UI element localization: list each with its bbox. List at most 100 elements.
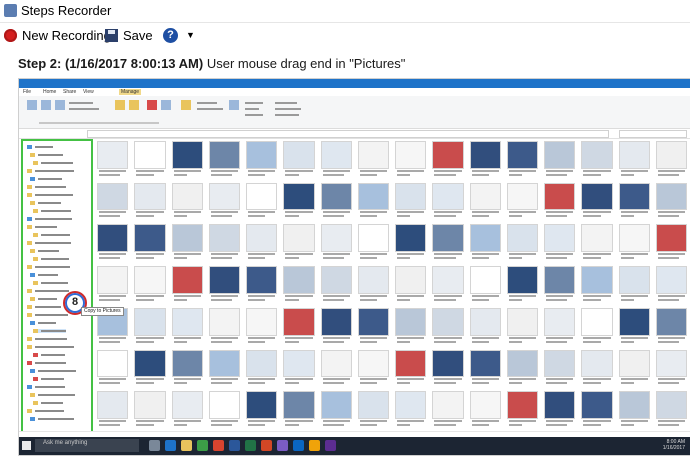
file-thumbnail[interactable] [469,266,501,304]
file-thumbnail[interactable] [655,141,687,179]
nav-tree-item[interactable] [30,297,57,301]
nav-tree-item[interactable] [33,377,64,381]
file-thumbnail[interactable] [283,266,315,304]
file-thumbnail[interactable] [97,266,129,304]
file-thumbnail[interactable] [357,224,389,262]
nav-tree-item[interactable] [27,313,68,317]
nav-tree-item[interactable] [27,305,61,309]
nav-tree-item[interactable] [33,161,73,165]
file-thumbnail[interactable] [320,141,352,179]
save-button[interactable]: Save [105,26,153,44]
file-thumbnail[interactable] [357,182,389,221]
file-thumbnail[interactable] [134,266,166,304]
file-thumbnail[interactable] [618,266,650,304]
nav-tree-item[interactable] [30,249,59,253]
file-thumbnail[interactable] [581,224,613,262]
nav-tree-item[interactable] [33,329,66,333]
nav-tree-item[interactable] [30,153,63,157]
file-thumbnail[interactable] [171,266,203,304]
file-thumbnail[interactable] [469,224,501,262]
file-thumbnail[interactable] [655,224,687,262]
nav-tree-item[interactable] [27,241,71,245]
nav-tree-item[interactable] [33,281,68,285]
word-icon[interactable] [229,440,240,451]
app-icon[interactable] [213,440,224,451]
nav-tree-item[interactable] [30,201,61,205]
file-thumbnail[interactable] [544,307,576,346]
app-icon[interactable] [309,440,320,451]
nav-tree-item[interactable] [27,169,74,173]
file-thumbnail[interactable] [506,391,538,429]
file-thumbnail[interactable] [171,349,203,388]
outlook-icon[interactable] [293,440,304,451]
file-thumbnail[interactable] [469,349,501,388]
file-thumbnail[interactable] [618,391,650,429]
edge-icon[interactable] [165,440,176,451]
file-thumbnail[interactable] [246,141,278,179]
file-thumbnail[interactable] [283,141,315,179]
file-thumbnail[interactable] [97,349,129,388]
file-thumbnail[interactable] [506,266,538,304]
file-thumbnail[interactable] [655,307,687,346]
file-thumbnail[interactable] [618,224,650,262]
file-thumbnail[interactable] [97,391,129,429]
file-thumbnail[interactable] [134,141,166,179]
nav-tree-item[interactable] [27,337,67,341]
file-thumbnail[interactable] [655,349,687,388]
file-thumbnail[interactable] [97,224,129,262]
file-thumbnail[interactable] [469,182,501,221]
file-thumbnail[interactable] [618,307,650,346]
file-thumbnail[interactable] [320,224,352,262]
file-thumbnail[interactable] [320,349,352,388]
file-thumbnail[interactable] [246,182,278,221]
powerpoint-icon[interactable] [261,440,272,451]
nav-tree-item[interactable] [33,401,63,405]
file-thumbnail[interactable] [506,182,538,221]
file-thumbnail[interactable] [134,182,166,221]
file-thumbnail[interactable] [171,182,203,221]
file-thumbnail[interactable] [469,391,501,429]
file-thumbnail[interactable] [395,307,427,346]
file-thumbnail[interactable] [357,307,389,346]
nav-tree-item[interactable] [27,145,53,149]
file-thumbnail[interactable] [246,224,278,262]
task-view-icon[interactable] [149,440,160,451]
file-thumbnail[interactable] [320,266,352,304]
file-thumbnail[interactable] [395,182,427,221]
file-thumbnail[interactable] [283,391,315,429]
file-thumbnail[interactable] [134,224,166,262]
file-thumbnail[interactable] [544,224,576,262]
explorer-search-input[interactable] [619,130,687,138]
file-thumbnail[interactable] [432,182,464,221]
nav-tree-item[interactable] [27,361,66,365]
file-thumbnail[interactable] [581,349,613,388]
navigation-pane[interactable] [21,139,93,435]
file-thumbnail[interactable] [506,224,538,262]
file-thumbnail[interactable] [506,349,538,388]
nav-tree-item[interactable] [30,369,76,373]
file-thumbnail[interactable] [246,307,278,346]
nav-tree-item[interactable] [33,209,71,213]
file-thumbnail[interactable] [357,349,389,388]
file-thumbnail[interactable] [581,141,613,179]
file-thumbnail[interactable] [395,224,427,262]
nav-tree-item[interactable] [30,393,75,397]
file-thumbnail[interactable] [618,182,650,221]
file-thumbnail[interactable] [208,349,240,388]
file-thumbnail[interactable] [618,141,650,179]
nav-tree-item[interactable] [27,225,57,229]
file-thumbnail[interactable] [171,391,203,429]
file-thumbnail[interactable] [97,182,129,221]
file-thumbnail[interactable] [134,391,166,429]
nav-tree-item[interactable] [27,345,74,349]
file-thumbnail[interactable] [432,224,464,262]
file-thumbnail[interactable] [432,307,464,346]
file-thumbnail[interactable] [432,349,464,388]
file-thumbnail[interactable] [506,141,538,179]
file-thumbnail[interactable] [432,391,464,429]
file-thumbnail[interactable] [320,182,352,221]
app-icon[interactable] [325,440,336,451]
file-thumbnail[interactable] [544,266,576,304]
nav-tree-item[interactable] [30,273,58,277]
file-thumbnail[interactable] [246,349,278,388]
